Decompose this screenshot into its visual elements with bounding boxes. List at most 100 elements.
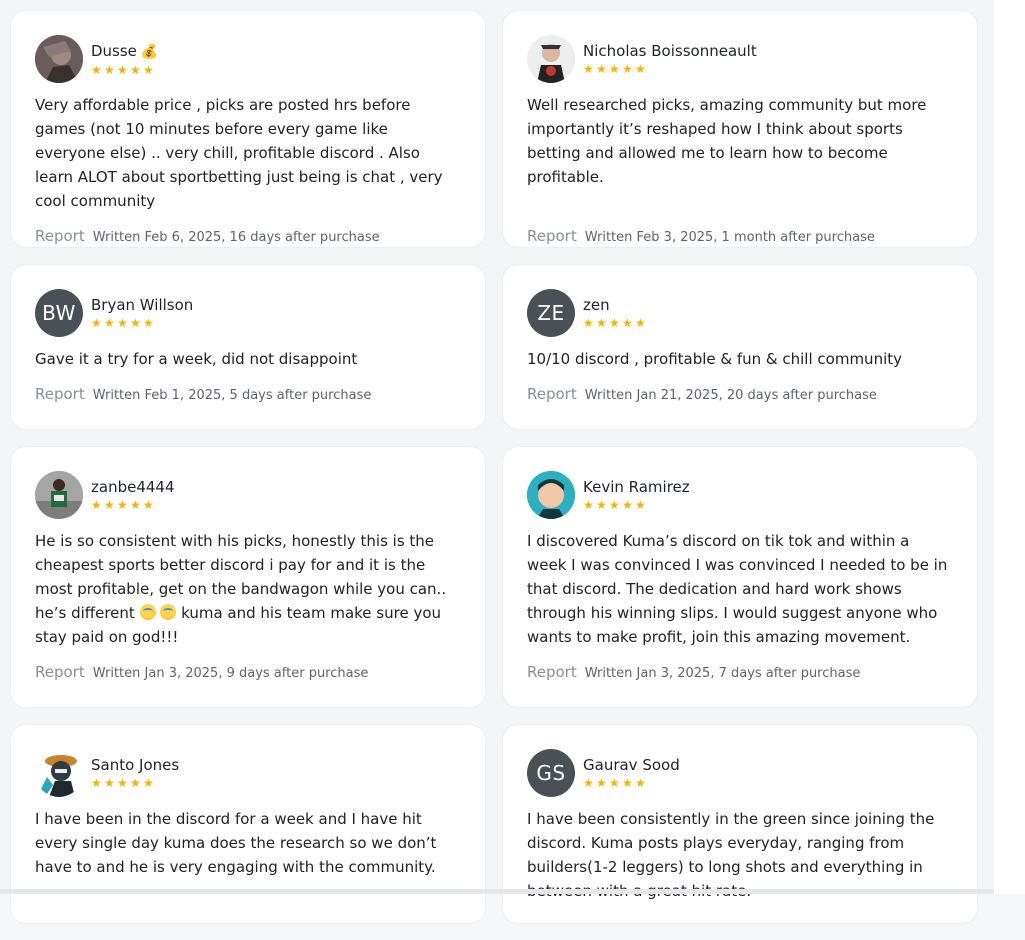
review-card: BW Bryan Willson ★ ★ ★ ★ ★ Gave it a try for… [10, 264, 486, 430]
review-text: 10/10 discord , profitable & fun & chill… [527, 350, 902, 368]
avatar [527, 35, 575, 83]
avatar-initials: ZE [537, 301, 565, 325]
review-card: Santo Jones ★ ★ ★ ★ ★ I have been in the dis… [10, 724, 486, 924]
star-icon: ★ [117, 63, 128, 77]
review-card: GS Gaurav Sood ★ ★ ★ ★ ★ I have been consist… [502, 724, 978, 924]
review-text: Gave it a try for a week, did not disapp… [35, 350, 358, 368]
avatar [35, 749, 83, 797]
reviewer-name: Nicholas Boissonneault [583, 42, 757, 60]
written-date: Written Jan 3, 2025, 7 days after purcha… [584, 666, 861, 681]
star-icon: ★ [143, 63, 154, 77]
star-icon: ★ [609, 498, 620, 512]
rating-stars: ★ ★ ★ ★ ★ [91, 316, 193, 330]
rating-stars: ★ ★ ★ ★ ★ [91, 776, 179, 790]
star-icon: ★ [91, 498, 102, 512]
report-link[interactable]: Report [527, 385, 577, 403]
avatar [35, 471, 83, 519]
star-icon: ★ [117, 776, 128, 790]
reviewer-name: Bryan Willson [91, 296, 194, 314]
reviewer-name: zen [583, 296, 610, 314]
rating-stars: ★ ★ ★ ★ ★ [583, 316, 646, 330]
rating-stars: ★ ★ ★ ★ ★ [583, 498, 690, 512]
reviewer-name: zanbe4444 [91, 478, 175, 496]
star-icon: ★ [596, 316, 607, 330]
star-icon: ★ [596, 498, 607, 512]
star-icon: ★ [596, 776, 607, 790]
report-link[interactable]: Report [35, 663, 85, 681]
review-card: Nicholas Boissonneault ★ ★ ★ ★ ★ Well resear… [502, 10, 978, 248]
written-date: Written Feb 1, 2025, 5 days after purcha… [92, 388, 372, 403]
avatar [35, 35, 83, 83]
reviewer-name: Santo Jones [91, 756, 180, 774]
star-icon: ★ [583, 316, 594, 330]
avatar: GS [527, 749, 575, 797]
rating-stars: ★ ★ ★ ★ ★ [583, 62, 757, 76]
rating-stars: ★ ★ ★ ★ ★ [583, 776, 680, 790]
star-icon: ★ [104, 498, 115, 512]
star-icon: ★ [609, 776, 620, 790]
star-icon: ★ [622, 498, 633, 512]
review-text: I have been in the discord for a week an… [35, 810, 437, 876]
user-photo-icon [35, 35, 83, 83]
star-icon: ★ [117, 316, 128, 330]
report-link[interactable]: Report [527, 663, 577, 681]
rating-stars: ★ ★ ★ ★ ★ [91, 498, 175, 512]
user-photo-icon [35, 471, 83, 519]
star-icon: ★ [622, 62, 633, 76]
right-edge [994, 0, 1025, 894]
star-icon: ★ [609, 316, 620, 330]
star-icon: ★ [91, 316, 102, 330]
star-icon: ★ [130, 63, 141, 77]
review-card: Dusse 💰 ★ ★ ★ ★ ★ Very affordable price , pic… [10, 10, 486, 248]
star-icon: ★ [117, 498, 128, 512]
written-date: Written Jan 21, 2025, 20 days after purc… [584, 388, 877, 403]
star-icon: ★ [583, 498, 594, 512]
money-bag-icon: 💰 [140, 44, 159, 60]
star-icon: ★ [583, 776, 594, 790]
review-card: ZE zen ★ ★ ★ ★ ★ 10/10 discord , profitable … [502, 264, 978, 430]
star-icon: ★ [143, 776, 154, 790]
avatar [527, 471, 575, 519]
review-text: He is so consistent with his picks, hone… [35, 529, 461, 649]
report-link[interactable]: Report [35, 227, 85, 245]
star-icon: ★ [130, 316, 141, 330]
star-icon: ★ [104, 63, 115, 77]
reviews-grid: Dusse 💰 ★ ★ ★ ★ ★ Very affordable price , pic… [10, 10, 978, 940]
rating-stars: ★ ★ ★ ★ ★ [91, 63, 158, 77]
star-icon: ★ [143, 498, 154, 512]
reviewer-name: Gaurav Sood [583, 756, 680, 774]
star-icon: ★ [635, 316, 646, 330]
review-text: Very affordable price , picks are posted… [35, 96, 443, 210]
star-icon: ★ [91, 776, 102, 790]
written-date: Written Feb 6, 2025, 16 days after purch… [92, 230, 380, 245]
avatar: BW [35, 289, 83, 337]
review-card: Kevin Ramirez ★ ★ ★ ★ ★ I discovered Kuma’s … [502, 446, 978, 708]
star-icon: ★ [130, 498, 141, 512]
user-photo-icon [35, 749, 83, 797]
written-date: Written Jan 3, 2025, 9 days after purcha… [92, 666, 369, 681]
star-icon: ★ [583, 62, 594, 76]
star-icon: ★ [596, 62, 607, 76]
star-icon: ★ [635, 776, 646, 790]
reviewer-name: Dusse [91, 42, 137, 60]
user-photo-icon [527, 35, 575, 83]
bottom-divider [0, 889, 994, 894]
avatar-initials: BW [42, 301, 76, 325]
review-text: I discovered Kuma’s discord on tik tok a… [527, 532, 948, 646]
laughing-emoji-icon [160, 604, 177, 620]
star-icon: ★ [130, 776, 141, 790]
user-photo-icon [527, 471, 575, 519]
star-icon: ★ [104, 776, 115, 790]
star-icon: ★ [635, 498, 646, 512]
star-icon: ★ [622, 316, 633, 330]
laughing-emoji-icon [139, 604, 156, 620]
avatar: ZE [527, 289, 575, 337]
review-text: Well researched picks, amazing community… [527, 96, 927, 186]
star-icon: ★ [91, 63, 102, 77]
report-link[interactable]: Report [527, 227, 577, 245]
report-link[interactable]: Report [35, 385, 85, 403]
avatar-initials: GS [536, 761, 566, 785]
star-icon: ★ [609, 62, 620, 76]
star-icon: ★ [622, 776, 633, 790]
written-date: Written Feb 3, 2025, 1 month after purch… [584, 230, 875, 245]
